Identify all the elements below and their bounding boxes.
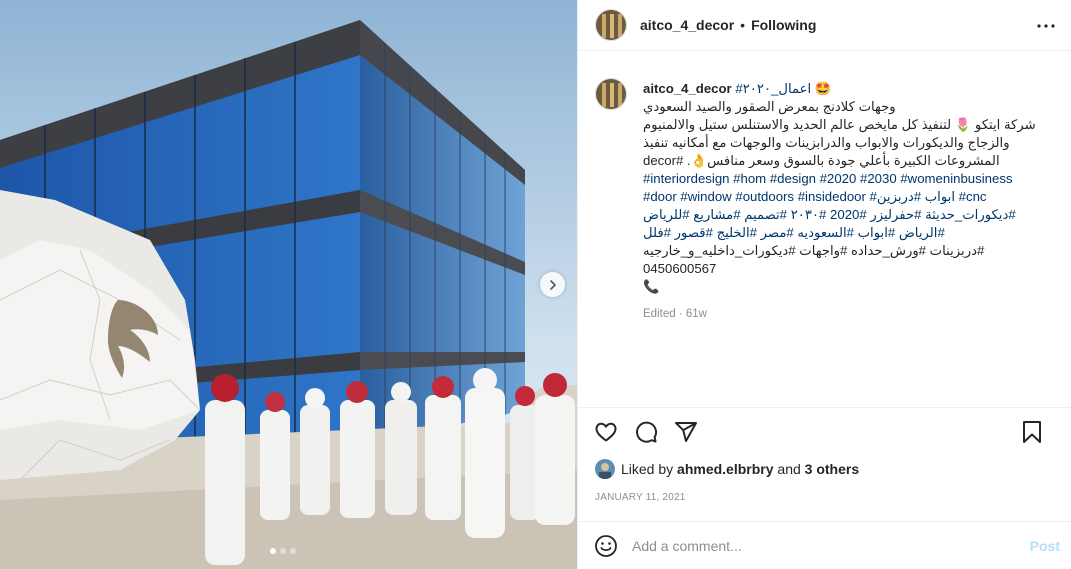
- caption-hashtags[interactable]: #الرياض #ابواب #السعوديه #مصر #الخليج #ق…: [643, 224, 1053, 242]
- heart-icon: [595, 422, 617, 441]
- post-comment-button[interactable]: Post: [1030, 538, 1060, 554]
- liker-username[interactable]: ahmed.elbrbry: [677, 461, 773, 477]
- likes-and: and: [777, 461, 801, 477]
- post-photo: [0, 0, 577, 569]
- caption-line: والزجاج والديكورات والابواب والدرابزينات…: [643, 135, 1010, 150]
- caption-line[interactable]: #اعمال_٢٠٢٠ 🤩: [735, 81, 831, 96]
- caption-username[interactable]: aitco_4_decor: [643, 81, 732, 96]
- liker-avatar[interactable]: [595, 459, 615, 479]
- caption-hashtags[interactable]: #door #window #outdoors #insidedoor #ابو…: [643, 188, 1053, 206]
- caption-hashtags[interactable]: #دربزينات #ورش_حداده #واجهات #ديكورات_دا…: [643, 242, 1053, 278]
- header-separator: •: [740, 17, 746, 33]
- post-date[interactable]: JANUARY 11, 2021: [595, 492, 685, 503]
- following-button[interactable]: Following: [751, 17, 816, 33]
- add-comment-bar: Post: [578, 521, 1071, 569]
- comments-area: aitco_4_decor #اعمال_٢٠٢٠ 🤩 وجهات كلادنج…: [578, 66, 1071, 406]
- caption-line: المشروعات الكبيرة بأعلي جودة بالسوق وسعر…: [643, 153, 1000, 168]
- post-side-panel: aitco_4_decor • Following aitco_4_decor …: [577, 0, 1071, 569]
- like-button[interactable]: [593, 419, 619, 445]
- carousel-dots: [270, 548, 296, 554]
- caption-hashtags[interactable]: #interiordesign #hom #design #2020 #2030…: [643, 170, 1053, 188]
- chevron-right-icon: [549, 279, 556, 290]
- avatar[interactable]: [595, 9, 627, 41]
- post: aitco_4_decor • Following aitco_4_decor …: [0, 0, 1071, 569]
- comment-input[interactable]: [632, 537, 1012, 554]
- carousel-dot[interactable]: [270, 548, 276, 554]
- share-icon: [675, 421, 697, 442]
- bookmark-icon: [1023, 421, 1041, 443]
- carousel-dot[interactable]: [280, 548, 286, 554]
- comment-button[interactable]: [633, 419, 659, 445]
- caption-line: وجهات كلادنج بمعرض الصقور والصيد السعودي: [643, 99, 896, 114]
- share-button[interactable]: [673, 419, 699, 445]
- post-header: aitco_4_decor • Following: [578, 0, 1071, 51]
- caption-meta: Edited · 61w: [643, 308, 1071, 320]
- likes-prefix: Liked by: [621, 461, 674, 477]
- post-age[interactable]: 61w: [686, 308, 707, 320]
- caption-line: شركة ايتكو 🌷 لتنفيذ كل مايخص عالم الحديد…: [643, 117, 1036, 132]
- likes-summary: Liked by ahmed.elbrbry and 3 others: [595, 459, 859, 479]
- caption-text: aitco_4_decor #اعمال_٢٠٢٠ 🤩 وجهات كلادنج…: [643, 80, 1053, 296]
- action-bar: [578, 407, 1071, 455]
- caption-hashtags[interactable]: #ديكورات_حديثة #حفرليزر #2020 #٢٠٣٠ #تصم…: [643, 206, 1053, 224]
- likes-others-link[interactable]: 3 others: [805, 461, 859, 477]
- meta-separator: ·: [678, 308, 686, 320]
- header-username[interactable]: aitco_4_decor: [640, 17, 734, 33]
- edited-label: Edited: [643, 308, 676, 320]
- carousel-next-button[interactable]: [540, 272, 565, 297]
- emoji-icon[interactable]: [594, 534, 618, 558]
- avatar[interactable]: [595, 78, 627, 110]
- carousel-dot[interactable]: [290, 548, 296, 554]
- comment-icon: [636, 421, 658, 443]
- phone-emoji: 📞: [643, 279, 660, 294]
- save-button[interactable]: [1019, 419, 1045, 445]
- caption: aitco_4_decor #اعمال_٢٠٢٠ 🤩 وجهات كلادنج…: [595, 66, 1071, 296]
- post-media[interactable]: [0, 0, 577, 569]
- more-options-button[interactable]: [1034, 14, 1058, 38]
- more-icon: [1037, 24, 1055, 28]
